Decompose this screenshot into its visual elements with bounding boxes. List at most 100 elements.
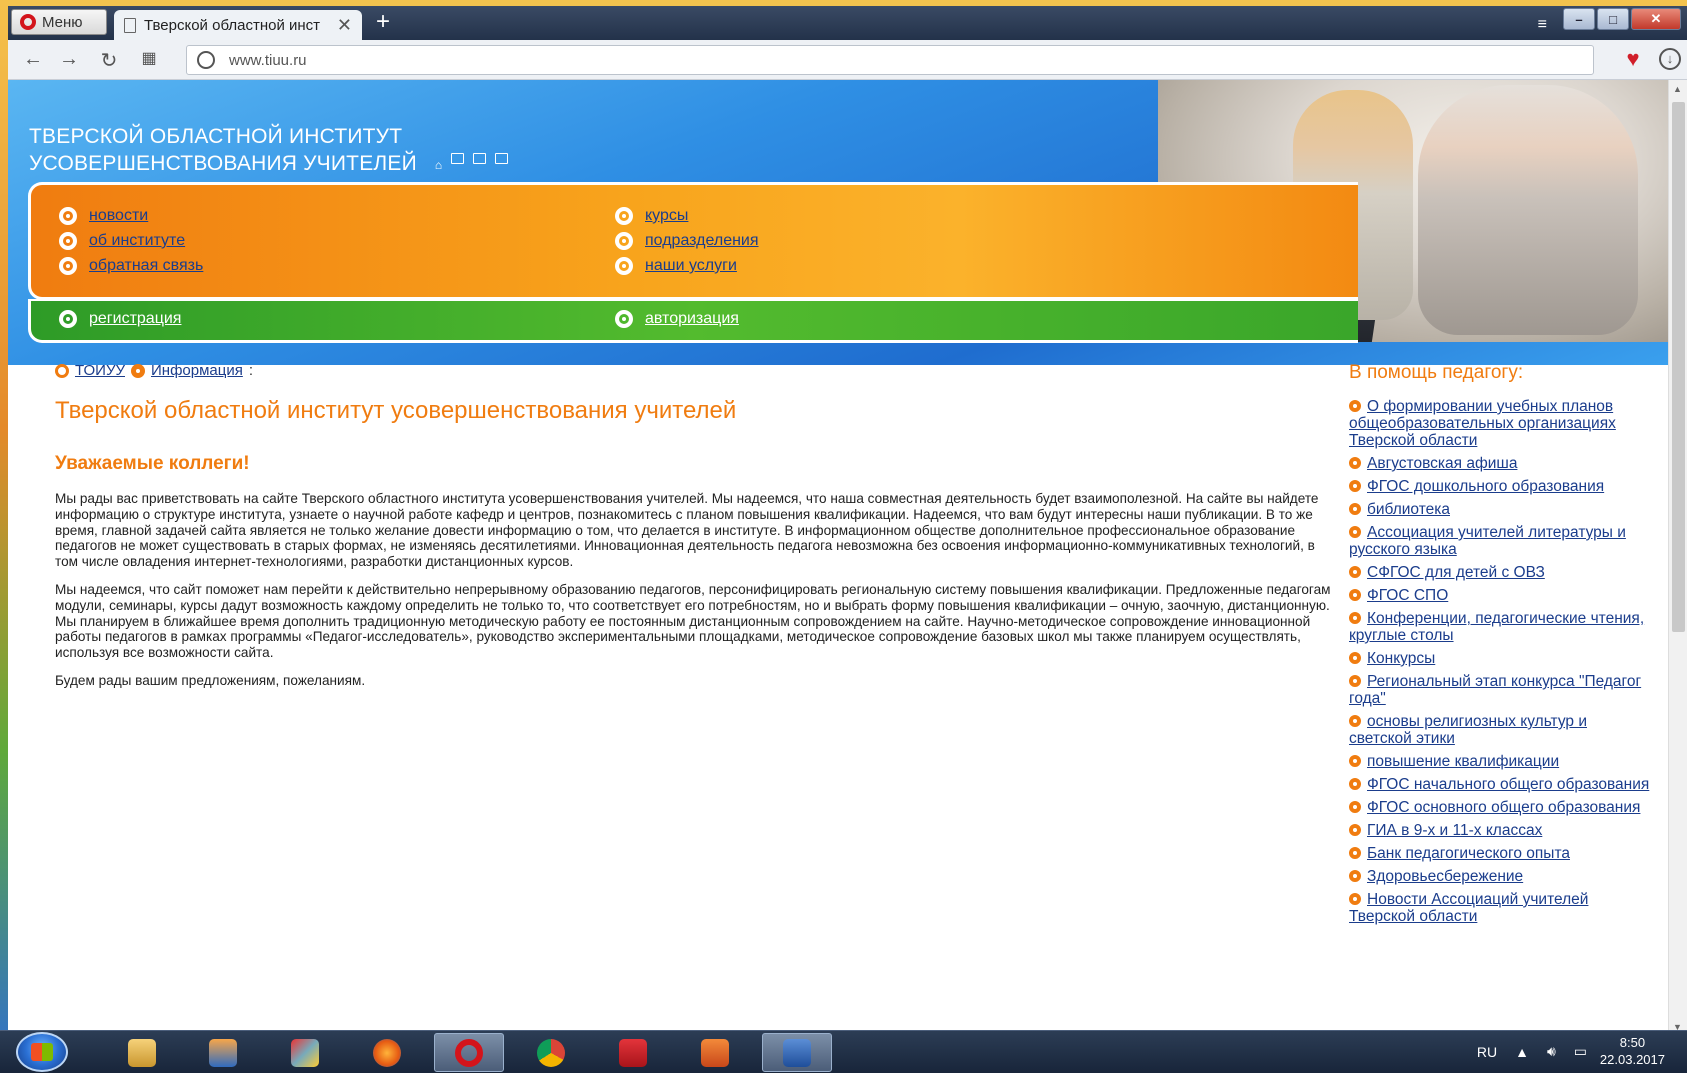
login-link[interactable]: авторизация	[645, 310, 739, 328]
sidebar-item[interactable]: Ассоциация учителей литературы и русског…	[1349, 524, 1654, 558]
bookmark-heart-icon[interactable]: ♥	[1617, 43, 1649, 75]
scroll-thumb[interactable]	[1672, 102, 1685, 632]
taskbar-firefox[interactable]	[352, 1033, 422, 1072]
sidebar-item[interactable]: Региональный этап конкурса "Педагог года…	[1349, 673, 1654, 707]
word-icon	[783, 1038, 811, 1067]
network-icon[interactable]: ▭	[1574, 1043, 1587, 1060]
taskbar-explorer[interactable]	[107, 1033, 177, 1072]
sidebar-item[interactable]: Банк педагогического опыта	[1349, 845, 1654, 862]
address-toolbar: ← → ↻ ▦ www.tiuu.ru ♥ ↓	[8, 40, 1687, 80]
sidebar-link[interactable]: Новости Ассоциаций учителей Тверской обл…	[1349, 891, 1588, 925]
taskbar-app-orange[interactable]	[680, 1033, 750, 1072]
sidebar-link[interactable]: Конференции, педагогические чтения, круг…	[1349, 610, 1644, 644]
menu-item-services[interactable]: наши услуги	[615, 257, 759, 275]
tab-active[interactable]: Тверской областной инст ✕	[114, 10, 362, 40]
sidebar-link[interactable]: Конкурсы	[1367, 650, 1435, 667]
sidebar-item[interactable]: Здоровьесбережение	[1349, 868, 1654, 885]
sidebar-item[interactable]: ГИА в 9-х и 11-х классах	[1349, 822, 1654, 839]
taskbar-app-red[interactable]	[598, 1033, 668, 1072]
speed-dial-icon[interactable]: ▦	[136, 48, 162, 68]
menu-link[interactable]: наши услуги	[645, 257, 737, 275]
sidebar-link[interactable]: Банк педагогического опыта	[1367, 845, 1570, 862]
sidebar-link[interactable]: основы религиозных культур и светской эт…	[1349, 713, 1587, 747]
menu-link[interactable]: обратная связь	[89, 257, 203, 275]
sidebar-link[interactable]: ГИА в 9-х и 11-х классах	[1367, 822, 1542, 839]
bullet-icon	[1349, 566, 1361, 578]
opera-menu-button[interactable]: Меню	[11, 9, 107, 35]
menu-link[interactable]: подразделения	[645, 232, 759, 250]
login-item[interactable]: авторизация	[615, 310, 739, 328]
sidebar-item[interactable]: Конкурсы	[1349, 650, 1654, 667]
vertical-scrollbar[interactable]: ▲ ▼	[1668, 80, 1687, 1036]
sidebar-link[interactable]: ФГОС начального общего образования	[1367, 776, 1649, 793]
mail-icon[interactable]	[495, 153, 509, 164]
sidebar-item[interactable]: ФГОС дошкольного образования	[1349, 478, 1654, 495]
sidebar-link[interactable]: ФГОС основного общего образования	[1367, 799, 1640, 816]
start-button[interactable]	[16, 1032, 68, 1072]
register-link[interactable]: регистрация	[89, 310, 181, 328]
sidebar-item[interactable]: Конференции, педагогические чтения, круг…	[1349, 610, 1654, 644]
maximize-button[interactable]: □	[1597, 8, 1629, 30]
close-icon[interactable]: ✕	[337, 15, 352, 36]
sitemap-icon[interactable]	[451, 153, 465, 164]
menu-item-news[interactable]: новости	[59, 207, 203, 225]
menu-right: курсы подразделения наши услуги	[615, 207, 759, 275]
download-icon[interactable]: ↓	[1659, 48, 1681, 70]
clock[interactable]: 8:50 22.03.2017	[1600, 1034, 1665, 1068]
taskbar-paint[interactable]	[270, 1033, 340, 1072]
taskbar-opera[interactable]	[434, 1033, 504, 1072]
sidebar-item[interactable]: СФГОС для детей с ОВЗ	[1349, 564, 1654, 581]
print-icon[interactable]	[473, 153, 487, 164]
address-bar[interactable]: www.tiuu.ru	[186, 45, 1594, 75]
menu-link[interactable]: новости	[89, 207, 148, 225]
main-content: ТОИУУ Информация : Тверской областной ин…	[55, 362, 1335, 689]
menu-link[interactable]: об институте	[89, 232, 185, 250]
menu-link[interactable]: курсы	[645, 207, 688, 225]
volume-icon[interactable]: 🔊︎	[1547, 1043, 1556, 1060]
menu-item-courses[interactable]: курсы	[615, 207, 759, 225]
tab-menu-icon[interactable]: ≡	[1538, 16, 1547, 34]
sidebar-item[interactable]: ФГОС начального общего образования	[1349, 776, 1654, 793]
bullet-ring-icon	[615, 310, 633, 328]
sidebar-link[interactable]: СФГОС для детей с ОВЗ	[1367, 564, 1545, 581]
menu-item-about[interactable]: об институте	[59, 232, 203, 250]
sidebar-link[interactable]: Ассоциация учителей литературы и русског…	[1349, 524, 1626, 558]
sidebar-item[interactable]: Новости Ассоциаций учителей Тверской обл…	[1349, 891, 1654, 925]
sidebar-item[interactable]: повышение квалификации	[1349, 753, 1654, 770]
reload-icon[interactable]: ↻	[96, 48, 122, 73]
register-item[interactable]: регистрация	[59, 310, 181, 328]
home-icon[interactable]: ⌂	[435, 153, 442, 178]
sidebar-link[interactable]: библиотека	[1367, 501, 1450, 518]
breadcrumb-bullet-icon	[55, 363, 69, 378]
back-arrow-icon[interactable]: ←	[20, 48, 46, 71]
scroll-up-icon[interactable]: ▲	[1673, 84, 1682, 94]
sidebar-item[interactable]: библиотека	[1349, 501, 1654, 518]
sidebar-link[interactable]: Августовская афиша	[1367, 455, 1517, 472]
menu-item-feedback[interactable]: обратная связь	[59, 257, 203, 275]
sidebar-link[interactable]: О формировании учебных планов общеобразо…	[1349, 398, 1616, 449]
taskbar-media-player[interactable]	[188, 1033, 258, 1072]
new-tab-button[interactable]: +	[370, 10, 396, 36]
sidebar-link[interactable]: ФГОС СПО	[1367, 587, 1448, 604]
bullet-icon	[1349, 847, 1361, 859]
breadcrumb-home[interactable]: ТОИУУ	[75, 362, 125, 379]
sidebar-link[interactable]: ФГОС дошкольного образования	[1367, 478, 1604, 495]
sidebar-item[interactable]: О формировании учебных планов общеобразо…	[1349, 398, 1654, 449]
menu-item-departments[interactable]: подразделения	[615, 232, 759, 250]
sidebar-link[interactable]: Региональный этап конкурса "Педагог года…	[1349, 673, 1641, 707]
breadcrumb-section[interactable]: Информация	[151, 362, 243, 379]
sidebar-item[interactable]: ФГОС СПО	[1349, 587, 1654, 604]
sidebar-item[interactable]: ФГОС основного общего образования	[1349, 799, 1654, 816]
forward-arrow-icon[interactable]: →	[56, 48, 82, 71]
close-window-button[interactable]: ✕	[1631, 8, 1681, 30]
sidebar-link[interactable]: Здоровьесбережение	[1367, 868, 1523, 885]
taskbar-word[interactable]	[762, 1033, 832, 1072]
sidebar-item[interactable]: Августовская афиша	[1349, 455, 1654, 472]
sidebar-link[interactable]: повышение квалификации	[1367, 753, 1559, 770]
language-indicator[interactable]: RU	[1477, 1044, 1497, 1060]
taskbar-chrome[interactable]	[516, 1033, 586, 1072]
sidebar-item[interactable]: основы религиозных культур и светской эт…	[1349, 713, 1654, 747]
tray-arrow-icon[interactable]: ▲	[1515, 1044, 1529, 1060]
site-info-icon[interactable]	[197, 51, 215, 69]
minimize-button[interactable]: –	[1563, 8, 1595, 30]
